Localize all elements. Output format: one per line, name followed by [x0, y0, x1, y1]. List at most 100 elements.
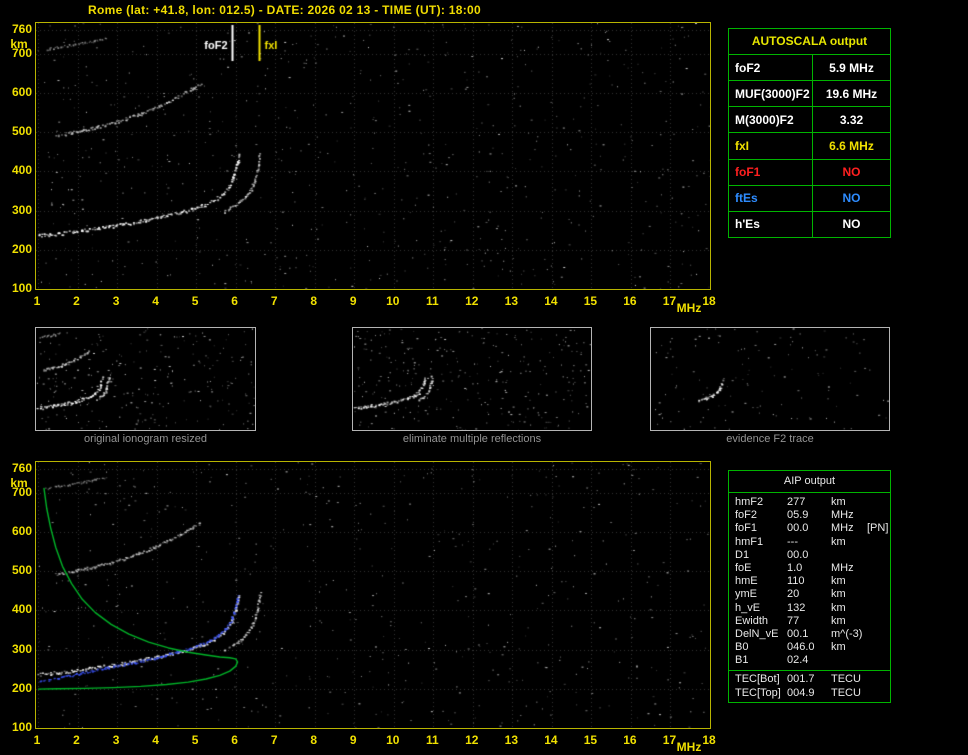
x-tick-label: 13 — [504, 294, 519, 308]
aip-au: km — [831, 535, 846, 548]
autoscala-row-label: MUF(3000)F2 — [729, 81, 813, 107]
aip-au: m^(-3) — [831, 627, 863, 640]
aip-row: DelN_vE 00.1 m^(-3) — [729, 628, 890, 641]
aip-table-title: AIP output — [729, 471, 890, 493]
aip-au: km — [831, 575, 846, 588]
x-tick-label: 14 — [544, 294, 558, 308]
aip-au: km — [831, 496, 846, 508]
autoscala-row: ftEs NO — [729, 185, 890, 212]
x-tick-label: 13 — [504, 733, 519, 747]
autoscala-row-label: h'Es — [729, 211, 813, 237]
autoscala-row: fxI 6.6 MHz — [729, 133, 890, 160]
x-tick-label: 10 — [386, 294, 400, 308]
aip-al: B1 — [735, 654, 749, 667]
x-tick-label: 3 — [112, 294, 120, 308]
aip-au — [831, 654, 867, 667]
x-tick-label: 15 — [583, 294, 598, 308]
aip-ax — [867, 496, 890, 509]
autoscala-row-value: NO — [842, 191, 861, 206]
aip-av: 046.0 — [787, 641, 815, 654]
thumbnail-panel-3 — [650, 327, 890, 431]
aip-ax — [867, 602, 890, 615]
aip-al: D1 — [735, 548, 750, 561]
thumbnail-caption: original ionogram resized — [84, 433, 207, 445]
y-tick-label: 300 — [11, 202, 32, 217]
autoscala-row: h'Es NO — [729, 211, 890, 237]
y-tick-label: 760 — [11, 461, 32, 475]
thumbnail-caption: evidence F2 trace — [726, 433, 814, 445]
aip-av: 1.0 — [787, 561, 803, 574]
page-title: Rome (lat: +41.8, lon: 012.5) - DATE: 20… — [88, 3, 481, 17]
x-tick-label: 16 — [623, 294, 637, 308]
aip-au: MHz — [831, 522, 854, 535]
x-tick-label: 4 — [152, 733, 159, 747]
x-tick-label: 2 — [73, 733, 80, 747]
aip-av: 132 — [787, 601, 806, 614]
aip-al: hmF1 — [735, 535, 764, 548]
aip-ax — [867, 549, 890, 562]
aip-row: TEC[Bot] 001.7 TECU — [729, 673, 890, 686]
x-tick-label: 5 — [191, 733, 199, 747]
x-tick-label: 1 — [33, 294, 41, 308]
y-tick-label: 100 — [11, 720, 32, 734]
aip-al: foF1 — [735, 522, 758, 535]
aip-al: TEC[Bot] — [735, 673, 780, 686]
y-tick-label: 760 — [11, 22, 32, 36]
aip-au: TECU — [831, 673, 861, 686]
aip-ax — [867, 562, 890, 575]
y-tick-label: 500 — [11, 124, 32, 139]
aip-al: Ewidth — [735, 614, 769, 627]
aip-row: hmE 110 km — [729, 575, 890, 588]
x-tick-label: 12 — [465, 294, 479, 308]
aip-au: km — [831, 641, 846, 654]
y-tick-label: 100 — [11, 281, 32, 295]
x-axis-unit-label: MHz — [676, 301, 702, 315]
autoscala-row-label: foF2 — [729, 55, 813, 81]
aip-al: foE — [735, 561, 752, 574]
aip-row: Ewidth 77 km — [729, 615, 890, 628]
thumbnail-caption: eliminate multiple reflections — [402, 433, 542, 445]
autoscala-table-title: AUTOSCALA output — [729, 29, 890, 55]
aip-ax — [867, 687, 890, 700]
x-tick-label: 12 — [465, 733, 479, 747]
x-axis-unit-label: MHz — [676, 740, 702, 754]
aip-au: MHz — [831, 561, 854, 574]
aip-ax — [867, 588, 890, 601]
aip-ax — [867, 673, 890, 686]
autoscala-row-value: NO — [842, 217, 861, 232]
aip-ax — [867, 536, 890, 549]
aip-au: km — [831, 614, 846, 627]
x-tick-label: 5 — [191, 294, 199, 308]
y-tick-label: 500 — [11, 563, 32, 578]
thumbnail-canvas — [651, 328, 889, 430]
bottom-ionogram-panel — [35, 461, 711, 729]
y-tick-label: 200 — [11, 241, 32, 256]
autoscala-application-screen: Rome (lat: +41.8, lon: 012.5) - DATE: 20… — [0, 0, 968, 755]
x-tick-label: 15 — [583, 733, 598, 747]
aip-ax — [867, 654, 890, 667]
aip-al: TEC[Top] — [735, 686, 781, 699]
autoscala-row-label: ftEs — [729, 185, 813, 211]
autoscala-row-label: M(3000)F2 — [729, 107, 813, 133]
aip-rows: hmF2 277 km foF2 05.9 MHz foF1 00.0 MHz [PN] hmF1 -… — [729, 493, 890, 700]
x-tick-label: 6 — [231, 294, 238, 308]
thumbnail-panel-2 — [352, 327, 592, 431]
autoscala-row: M(3000)F2 3.32 — [729, 107, 890, 134]
x-tick-label: 7 — [270, 294, 278, 308]
aip-av: 001.7 — [787, 673, 815, 686]
autoscala-row-value: NO — [842, 165, 861, 180]
thumbnail-canvas — [36, 328, 255, 430]
aip-row: TEC[Top] 004.9 TECU — [729, 687, 890, 700]
x-tick-label: 7 — [270, 733, 278, 747]
aip-ax — [867, 575, 890, 588]
x-tick-label: 16 — [623, 733, 637, 747]
aip-al: hmF2 — [735, 496, 764, 508]
aip-av: 277 — [787, 496, 806, 508]
autoscala-row-value: 6.6 MHz — [829, 138, 874, 153]
aip-ax: [PN] — [867, 522, 889, 535]
aip-ax — [867, 641, 890, 654]
autoscala-row-label: fxI — [729, 133, 813, 159]
aip-av: 77 — [787, 614, 800, 627]
x-tick-label: 9 — [349, 733, 357, 747]
aip-al: ymE — [735, 588, 757, 601]
